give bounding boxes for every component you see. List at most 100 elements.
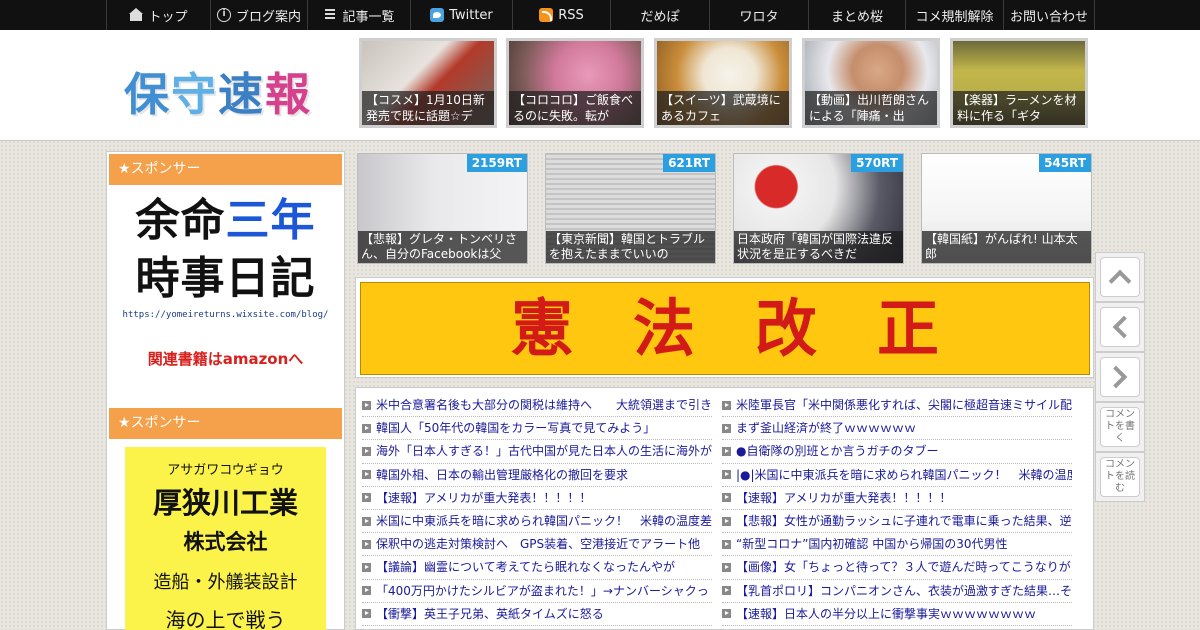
top-article-thumb[interactable]: 【コロコロ】ご飯食べるのに失敗。転が bbox=[506, 38, 644, 128]
button-face bbox=[1100, 307, 1140, 347]
list-item[interactable]: 【議論】幽霊について考えてたら眠れなくなったんやが bbox=[362, 556, 712, 580]
list-item[interactable]: まず釜山経済が終了ｗｗｗｗｗｗ bbox=[722, 417, 1072, 441]
list-item[interactable]: 「400万円かけたシルビアが盗まれた！」→ナンバーシャクっ bbox=[362, 580, 712, 603]
nav-comment-unblock[interactable]: コメ規制解除 bbox=[905, 0, 1003, 30]
twitter-icon bbox=[430, 8, 445, 22]
list-item[interactable]: 【悲報】女性が通勤ラッシュに子連れで電車に乗った結果、逆 bbox=[722, 510, 1072, 534]
ad-tagline: 海の上で戦う bbox=[165, 608, 286, 630]
list-item[interactable]: 【乳首ポロリ】コンパニオンさん、衣装が過激すぎた結果…そ bbox=[722, 580, 1072, 603]
next-button[interactable] bbox=[1095, 352, 1145, 402]
nav-label: まとめ桜 bbox=[830, 9, 883, 25]
nav-home[interactable]: トップ bbox=[106, 0, 210, 30]
kenpo-kaisei-banner[interactable]: 憲法改正 bbox=[360, 282, 1090, 375]
top-article-thumb[interactable]: 【楽器】ラーメンを材料に作る「ギタ bbox=[950, 38, 1088, 128]
list-item[interactable]: 保釈中の逃走対策検討へ GPS装着、空港接近でアラート他 bbox=[362, 533, 712, 557]
list-item[interactable]: 韓国外相、日本の輸出管理厳格化の撤回を要求 bbox=[362, 464, 712, 487]
arrow-right-icon bbox=[722, 516, 731, 526]
rss-icon bbox=[539, 8, 554, 22]
list-item[interactable]: 米中合意署名後も大部分の関税は維持へ 大統領選まで引き bbox=[362, 394, 712, 418]
arrow-right-icon bbox=[722, 400, 731, 410]
ad-kana: アサガワコウギョウ bbox=[167, 463, 284, 478]
button-face: コメントを書く bbox=[1100, 407, 1140, 447]
ad-line2: 時事日記 bbox=[135, 253, 316, 304]
list-item[interactable]: 米陸軍長官「米中関係悪化すれば、尖閣に極超音速ミサイル配 bbox=[722, 394, 1072, 418]
nav-contact[interactable]: お問い合わせ bbox=[1003, 0, 1095, 30]
button-face bbox=[1100, 257, 1140, 297]
rt-article[interactable]: 621RT 【東京新聞】韓国とトラブルを抱えたままでいいの bbox=[545, 153, 716, 264]
arrow-right-icon bbox=[362, 539, 371, 549]
list-item[interactable]: 【速報】アメリカが重大発表！！！！！ bbox=[722, 487, 1072, 510]
arrow-right-icon bbox=[362, 423, 371, 433]
nav-rss[interactable]: RSS bbox=[512, 0, 610, 30]
top-article-caption: 【コロコロ】ご飯食べるのに失敗。転が bbox=[509, 91, 641, 125]
arrow-right-icon bbox=[362, 562, 371, 572]
sponsor-ad-yomei[interactable]: 余命三年 時事日記 https://yomeireturns.wixsite.c… bbox=[111, 192, 340, 382]
top-nav: トップ i ブログ案内 記事一覧 Twitter RSS だめぽ ワロタ まとめ… bbox=[0, 0, 1200, 30]
list-item[interactable]: 米国に中東派兵を暗に求められ韓国パニック！ 米韓の温度差 bbox=[362, 510, 712, 534]
link-text: 米国に中東派兵を暗に求められ韓国パニック！ 米韓の温度差 bbox=[376, 514, 712, 529]
banner-container: 憲法改正 bbox=[355, 277, 1094, 378]
list-item[interactable]: 【速報】日本人の半分以上に衝撃事実ｗｗｗｗｗｗｗｗ bbox=[722, 603, 1072, 626]
nav-warota[interactable]: ワロタ bbox=[709, 0, 808, 30]
list-item[interactable]: “新型コロナ”国内初確認 中国から帰国の30代男性 bbox=[722, 533, 1072, 557]
rt-count-badge: 621RT bbox=[663, 154, 715, 172]
link-text: 韓国人「50年代の韓国をカラー写真で見てみよう」 bbox=[376, 421, 656, 436]
sponsor-ad-asagawa[interactable]: アサガワコウギョウ 厚狭川工業 株式会社 造船・外艤装設計 海の上で戦う bbox=[125, 447, 326, 630]
sponsor-header: ★スポンサー bbox=[109, 154, 342, 185]
write-comment-button[interactable]: コメントを書く bbox=[1095, 402, 1145, 452]
site-logo[interactable]: 保守速報 bbox=[124, 58, 312, 123]
rt-count-badge: 545RT bbox=[1039, 154, 1091, 172]
link-text: まず釜山経済が終了ｗｗｗｗｗｗ bbox=[736, 421, 917, 436]
rt-article[interactable]: 2159RT 【悲報】グレタ・トンベリさん、自分のFacebookは父 bbox=[357, 153, 528, 264]
button-label: コメントを読む bbox=[1105, 459, 1135, 494]
chevron-left-icon bbox=[1112, 315, 1136, 339]
home-icon bbox=[129, 8, 144, 22]
link-column-right: 米陸軍長官「米中関係悪化すれば、尖閣に極超音速ミサイル配 まず釜山経済が終了ｗｗ… bbox=[722, 394, 1072, 626]
arrow-right-icon bbox=[722, 609, 731, 619]
ad-company-name: 厚狭川工業 bbox=[152, 486, 298, 520]
scroll-top-button[interactable] bbox=[1095, 252, 1145, 302]
nav-label: ブログ案内 bbox=[235, 9, 301, 25]
link-text: 【悲報】女性が通勤ラッシュに子連れで電車に乗った結果、逆 bbox=[736, 514, 1072, 529]
link-text: 米陸軍長官「米中関係悪化すれば、尖閣に極超音速ミサイル配 bbox=[736, 398, 1072, 413]
nav-label: Twitter bbox=[449, 7, 493, 23]
nav-article-list[interactable]: 記事一覧 bbox=[307, 0, 410, 30]
list-item[interactable]: 海外「日本人すぎる！」古代中国が見た日本人の生活に海外が bbox=[362, 440, 712, 464]
rt-caption: 【東京新聞】韓国とトラブルを抱えたままでいいの bbox=[546, 231, 715, 263]
list-item[interactable]: 韓国人「50年代の韓国をカラー写真で見てみよう」 bbox=[362, 417, 712, 441]
list-item[interactable]: ●自衛隊の別班とか言うガチのタブー bbox=[722, 440, 1072, 464]
list-item[interactable]: |●|米国に中東派兵を暗に求められ韓国パニック！ 米韓の温度 bbox=[722, 464, 1072, 487]
link-text: |●|米国に中東派兵を暗に求められ韓国パニック！ 米韓の温度 bbox=[736, 467, 1072, 482]
list-item[interactable]: 【画像】女「ちょっと待って？３人で遊んだ時ってこうなりが bbox=[722, 556, 1072, 580]
nav-matome-sakura[interactable]: まとめ桜 bbox=[808, 0, 905, 30]
ad-text-blue: 三年 bbox=[225, 195, 316, 246]
nav-damepo[interactable]: だめぽ bbox=[610, 0, 709, 30]
top-article-thumb[interactable]: 【スイーツ】武蔵境にあるカフェ bbox=[654, 38, 792, 128]
top-article-thumb[interactable]: 【動画】出川哲朗さんによる「陣痛・出 bbox=[802, 38, 940, 128]
arrow-right-icon bbox=[362, 609, 371, 619]
ad-amazon-link[interactable]: 関連書籍はamazonへ bbox=[111, 348, 340, 369]
logo-char: 速 bbox=[218, 68, 266, 121]
rt-article[interactable]: 570RT 日本政府「韓国が国際法違反状況を是正するべきだ bbox=[733, 153, 904, 264]
nav-label: トップ bbox=[148, 9, 188, 25]
ad-url: https://yomeireturns.wixsite.com/blog/ bbox=[122, 310, 329, 320]
list-item[interactable]: 【衝撃】英王子兄弟、英紙タイムズに怒る bbox=[362, 603, 712, 626]
link-text: 「400万円かけたシルビアが盗まれた！」→ナンバーシャクっ bbox=[376, 583, 709, 598]
arrow-right-icon bbox=[362, 516, 371, 526]
arrow-right-icon bbox=[362, 400, 371, 410]
info-icon: i bbox=[216, 8, 231, 22]
rt-count-badge: 2159RT bbox=[466, 154, 527, 172]
nav-blog-guide[interactable]: i ブログ案内 bbox=[210, 0, 307, 30]
link-text: 【速報】アメリカが重大発表！！！！！ bbox=[376, 490, 592, 505]
read-comment-button[interactable]: コメントを読む bbox=[1095, 452, 1145, 502]
rt-caption: 【韓国紙】がんばれ! 山本太郎 bbox=[922, 231, 1091, 263]
list-item[interactable]: 【速報】アメリカが重大発表！！！！！ bbox=[362, 487, 712, 510]
logo-char: 守 bbox=[171, 68, 219, 121]
nav-label: お問い合わせ bbox=[1009, 9, 1088, 25]
logo-char: 保 bbox=[124, 68, 172, 121]
nav-twitter[interactable]: Twitter bbox=[410, 0, 512, 30]
rt-article[interactable]: 545RT 【韓国紙】がんばれ! 山本太郎 bbox=[921, 153, 1092, 264]
top-article-thumb[interactable]: 【コスメ】1月10日新発売で既に話題☆デ bbox=[359, 38, 497, 128]
link-text: 【速報】アメリカが重大発表！！！！！ bbox=[736, 490, 952, 505]
prev-button[interactable] bbox=[1095, 302, 1145, 352]
